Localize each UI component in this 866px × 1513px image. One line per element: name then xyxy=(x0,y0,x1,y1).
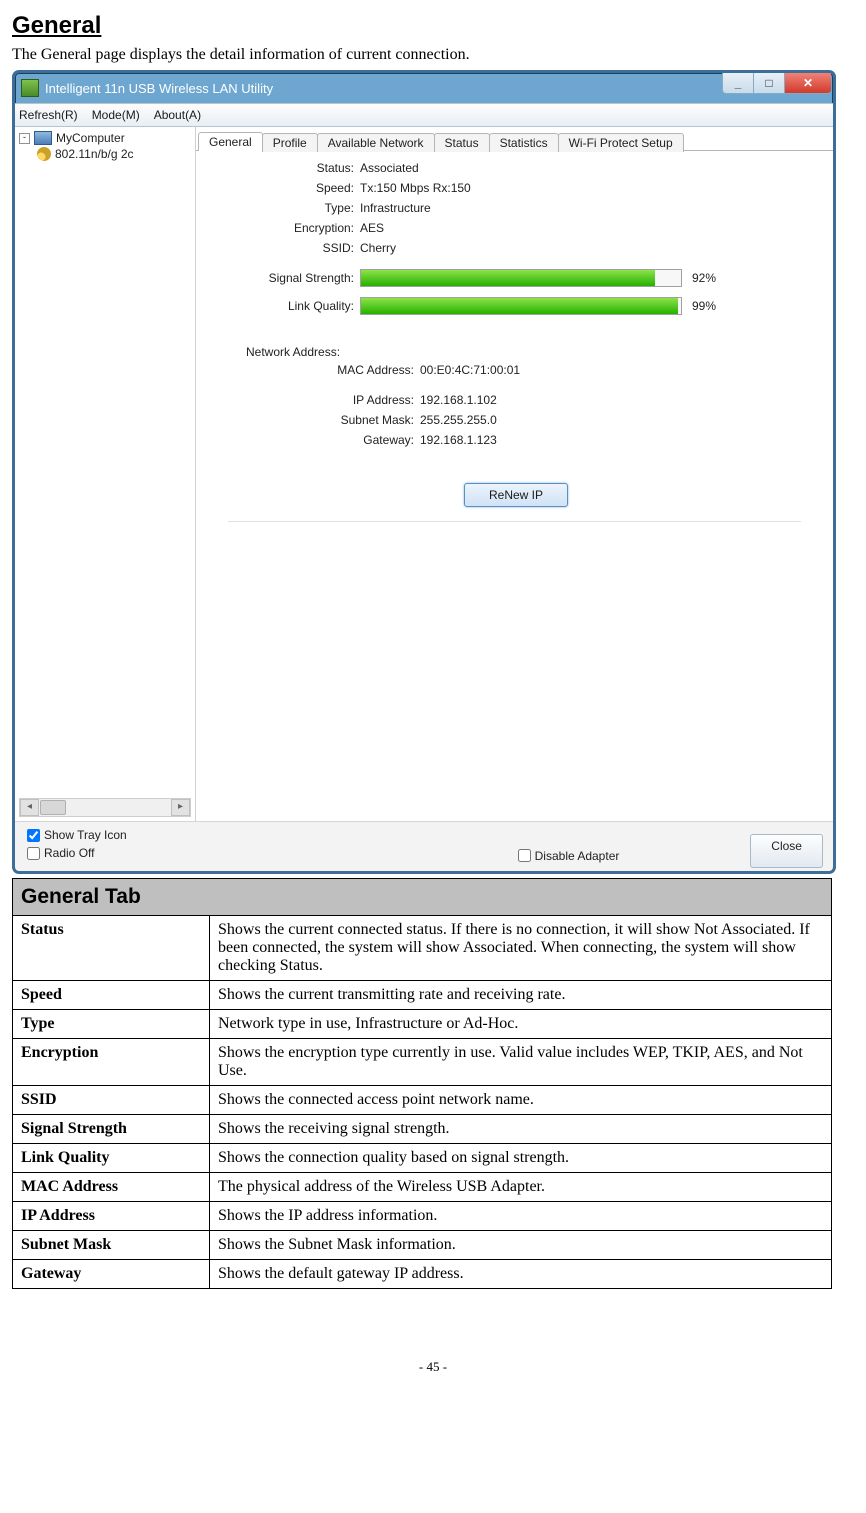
speed-value: Tx:150 Mbps Rx:150 xyxy=(360,181,471,195)
gateway-value: 192.168.1.123 xyxy=(420,433,497,447)
menubar: Refresh(R) Mode(M) About(A) xyxy=(15,103,833,127)
mac-value: 00:E0:4C:71:00:01 xyxy=(420,363,520,377)
gateway-label: Gateway: xyxy=(214,433,420,447)
table-cell: Shows the connected access point network… xyxy=(210,1086,832,1115)
wireless-adapter-icon xyxy=(37,147,51,161)
encryption-value: AES xyxy=(360,221,384,235)
radio-off-checkbox[interactable]: Radio Off xyxy=(27,846,127,860)
table-cell: Network type in use, Infrastructure or A… xyxy=(210,1010,832,1039)
type-value: Infrastructure xyxy=(360,201,431,215)
table-row: Encryption xyxy=(13,1039,210,1086)
table-cell: Shows the encryption type currently in u… xyxy=(210,1039,832,1086)
table-row: Status xyxy=(13,916,210,981)
status-label: Status: xyxy=(214,161,360,175)
signal-strength-bar xyxy=(360,269,682,287)
ip-value: 192.168.1.102 xyxy=(420,393,497,407)
table-header: General Tab xyxy=(13,879,832,916)
titlebar[interactable]: Intelligent 11n USB Wireless LAN Utility… xyxy=(15,73,833,103)
status-value: Associated xyxy=(360,161,419,175)
page-title: General xyxy=(12,12,854,40)
menu-refresh[interactable]: Refresh(R) xyxy=(19,108,78,122)
tree-scrollbar[interactable]: ◂ ▸ xyxy=(19,798,191,817)
table-row: Gateway xyxy=(13,1260,210,1289)
renew-ip-button[interactable]: ReNew IP xyxy=(464,483,568,507)
disable-adapter-label: Disable Adapter xyxy=(535,849,620,863)
table-row: Type xyxy=(13,1010,210,1039)
close-window-button[interactable]: ✕ xyxy=(784,73,831,94)
divider xyxy=(228,521,801,522)
link-label: Link Quality: xyxy=(214,299,360,313)
disable-adapter-input[interactable] xyxy=(518,849,531,862)
table-row: Link Quality xyxy=(13,1144,210,1173)
radio-off-input[interactable] xyxy=(27,847,40,860)
scroll-right-icon[interactable]: ▸ xyxy=(171,799,190,816)
radio-off-label: Radio Off xyxy=(44,846,94,860)
table-row: MAC Address xyxy=(13,1173,210,1202)
tab-bar: General Profile Available Network Status… xyxy=(196,127,833,151)
window-title: Intelligent 11n USB Wireless LAN Utility xyxy=(45,81,273,96)
mac-label: MAC Address: xyxy=(214,363,420,377)
tree-collapse-icon[interactable]: - xyxy=(19,133,30,144)
general-tab-table: General Tab StatusShows the current conn… xyxy=(12,878,832,1289)
speed-label: Speed: xyxy=(214,181,360,195)
show-tray-input[interactable] xyxy=(27,829,40,842)
signal-percent: 92% xyxy=(692,271,716,285)
intro-text: The General page displays the detail inf… xyxy=(12,46,854,64)
ssid-label: SSID: xyxy=(214,241,360,255)
mask-value: 255.255.255.0 xyxy=(420,413,497,427)
tab-wps[interactable]: Wi-Fi Protect Setup xyxy=(558,133,684,152)
tab-general[interactable]: General xyxy=(198,132,263,151)
computer-icon xyxy=(34,131,52,145)
table-cell: The physical address of the Wireless USB… xyxy=(210,1173,832,1202)
signal-label: Signal Strength: xyxy=(214,271,360,285)
tab-statistics[interactable]: Statistics xyxy=(489,133,559,152)
window-controls: _ □ ✕ xyxy=(722,73,831,94)
app-window: Intelligent 11n USB Wireless LAN Utility… xyxy=(12,70,836,874)
table-cell: Shows the IP address information. xyxy=(210,1202,832,1231)
scroll-thumb[interactable] xyxy=(40,800,66,815)
minimize-button[interactable]: _ xyxy=(722,73,753,94)
close-button[interactable]: Close xyxy=(750,834,823,868)
table-cell: Shows the default gateway IP address. xyxy=(210,1260,832,1289)
table-cell: Shows the current connected status. If t… xyxy=(210,916,832,981)
tree-adapter-label[interactable]: 802.11n/b/g 2c xyxy=(55,147,134,161)
table-row: Signal Strength xyxy=(13,1115,210,1144)
tree-root-label[interactable]: MyComputer xyxy=(56,131,125,145)
page-number: - 45 - xyxy=(12,1359,854,1375)
tab-profile[interactable]: Profile xyxy=(262,133,318,152)
ssid-value: Cherry xyxy=(360,241,396,255)
table-cell: Shows the connection quality based on si… xyxy=(210,1144,832,1173)
link-percent: 99% xyxy=(692,299,716,313)
ip-label: IP Address: xyxy=(214,393,420,407)
menu-about[interactable]: About(A) xyxy=(154,108,201,122)
table-row: Speed xyxy=(13,981,210,1010)
table-cell: Shows the receiving signal strength. xyxy=(210,1115,832,1144)
app-icon xyxy=(21,79,39,97)
table-row: IP Address xyxy=(13,1202,210,1231)
menu-mode[interactable]: Mode(M) xyxy=(92,108,140,122)
type-label: Type: xyxy=(214,201,360,215)
tab-available-network[interactable]: Available Network xyxy=(317,133,435,152)
maximize-button[interactable]: □ xyxy=(753,73,784,94)
device-tree: - MyComputer 802.11n/b/g 2c ◂ ▸ xyxy=(15,127,196,821)
mask-label: Subnet Mask: xyxy=(214,413,420,427)
main-panel: General Profile Available Network Status… xyxy=(196,127,833,821)
encryption-label: Encryption: xyxy=(214,221,360,235)
table-cell: Shows the Subnet Mask information. xyxy=(210,1231,832,1260)
tab-status[interactable]: Status xyxy=(434,133,490,152)
link-quality-bar xyxy=(360,297,682,315)
show-tray-label: Show Tray Icon xyxy=(44,828,127,842)
bottom-bar: Show Tray Icon Radio Off Disable Adapter… xyxy=(15,821,833,874)
table-cell: Shows the current transmitting rate and … xyxy=(210,981,832,1010)
show-tray-checkbox[interactable]: Show Tray Icon xyxy=(27,828,127,842)
disable-adapter-checkbox[interactable]: Disable Adapter xyxy=(518,831,620,874)
table-row: Subnet Mask xyxy=(13,1231,210,1260)
scroll-left-icon[interactable]: ◂ xyxy=(20,799,39,816)
table-row: SSID xyxy=(13,1086,210,1115)
network-address-heading: Network Address: xyxy=(246,345,815,359)
